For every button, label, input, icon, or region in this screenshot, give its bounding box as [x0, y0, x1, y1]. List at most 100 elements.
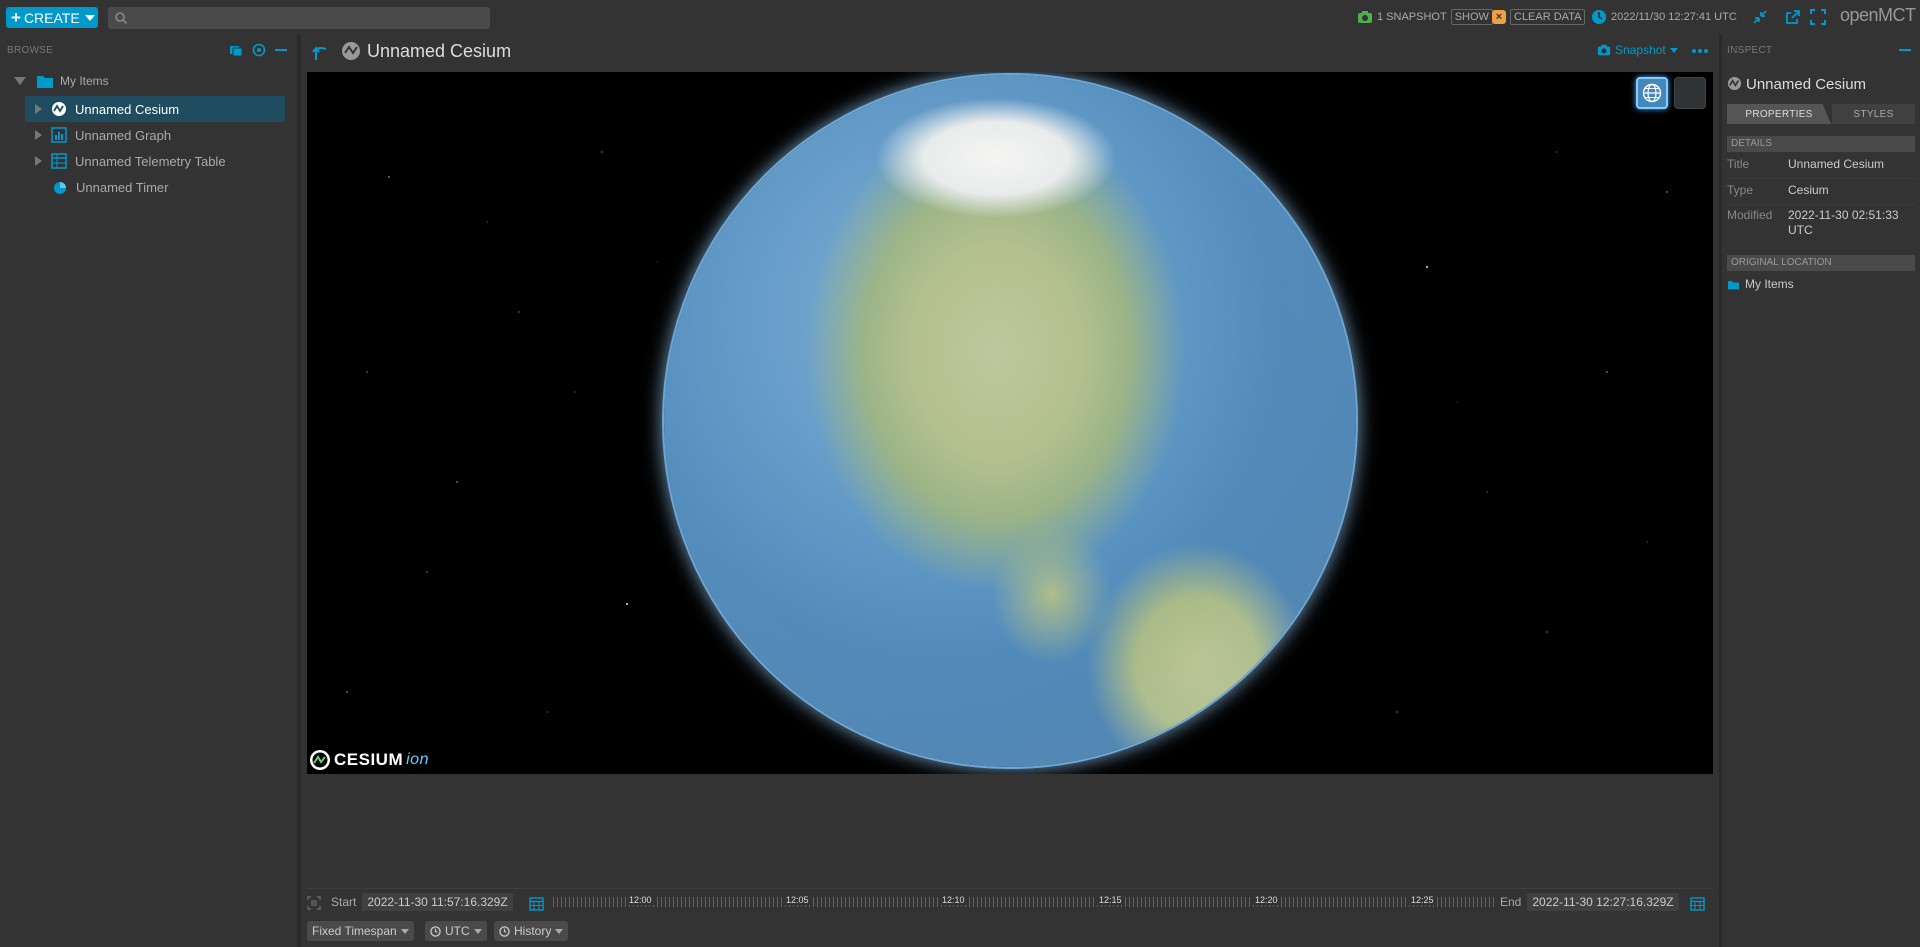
tree-root-my-items[interactable]: My Items	[14, 68, 284, 94]
collapse-icon[interactable]	[1752, 9, 1768, 25]
snapshot-indicator[interactable]: 1 SNAPSHOT SHOW	[1357, 9, 1493, 25]
folder-icon	[37, 76, 53, 88]
plus-icon: +	[11, 8, 21, 27]
calendar-icon[interactable]	[1690, 896, 1705, 911]
expand-arrow-icon[interactable]	[14, 77, 26, 85]
details-header: DETAILS	[1727, 136, 1915, 152]
browse-label: BROWSE	[7, 45, 54, 56]
axis-tick: 12:10	[940, 895, 967, 905]
mode-dropdown[interactable]: Fixed Timespan	[307, 921, 414, 941]
chevron-down-icon	[555, 928, 564, 934]
snapshot-button[interactable]: Snapshot	[1597, 43, 1678, 57]
history-dropdown[interactable]: History	[494, 921, 569, 941]
show-snapshots-button[interactable]: SHOW	[1450, 9, 1493, 25]
tree-item-label: Unnamed Graph	[75, 127, 172, 143]
prop-row-title: Title Unnamed Cesium	[1727, 157, 1915, 179]
minimize-pane-icon[interactable]	[1899, 49, 1911, 51]
timer-icon	[54, 182, 66, 194]
prop-row-modified: Modified 2022-11-30 02:51:33 UTC	[1727, 208, 1915, 244]
clear-data-button[interactable]: CLEAR DATA	[1510, 9, 1586, 25]
axis-tick: 12:25	[1409, 895, 1436, 905]
snapshot-count: 1 SNAPSHOT	[1377, 11, 1447, 23]
chevron-down-icon	[400, 928, 409, 934]
search-input[interactable]	[134, 9, 484, 27]
expand-arrow-icon[interactable]	[35, 156, 42, 166]
end-input[interactable]: 2022-11-30 12:27:16.329Z	[1527, 893, 1679, 911]
history-label: History	[514, 924, 552, 938]
cesium-viewport[interactable]: CESIUM ion	[307, 72, 1713, 774]
prop-value: Unnamed Cesium	[1788, 157, 1885, 171]
graph-icon	[51, 127, 67, 143]
tree-item-unnamed-graph[interactable]: Unnamed Graph	[25, 122, 285, 148]
folder-icon	[1728, 280, 1739, 289]
start-field: Start 2022-11-30 11:57:16.329Z	[331, 893, 513, 911]
inspector-pane: INSPECT Unnamed Cesium PROPERTIES STYLES…	[1722, 34, 1920, 947]
inspector-title: Unnamed Cesium	[1746, 76, 1867, 93]
clock-icon	[430, 925, 441, 937]
navigate-up-icon[interactable]	[312, 43, 328, 61]
clear-data-icon: ×	[1492, 10, 1506, 24]
brand-text: openMCT	[1840, 5, 1916, 25]
chevron-down-icon	[473, 928, 482, 934]
calendar-icon[interactable]	[529, 896, 544, 911]
tree-item-unnamed-cesium[interactable]: Unnamed Cesium	[25, 96, 285, 122]
cesium-logo-icon	[310, 750, 330, 770]
cesium-icon	[52, 102, 66, 116]
new-folder-icon[interactable]	[229, 43, 243, 57]
tab-styles[interactable]: STYLES	[1832, 104, 1915, 124]
start-input[interactable]: 2022-11-30 11:57:16.329Z	[362, 893, 513, 911]
globe-icon	[1642, 83, 1662, 103]
prop-key: Title	[1727, 157, 1750, 171]
original-location-link[interactable]: My Items	[1727, 277, 1794, 291]
3d-view-button[interactable]	[1636, 77, 1668, 109]
history-icon	[499, 925, 510, 937]
tree-item-unnamed-telemetry-table[interactable]: Unnamed Telemetry Table	[25, 148, 285, 174]
expand-arrow-icon[interactable]	[35, 104, 42, 114]
prop-value: Cesium	[1788, 183, 1829, 197]
new-window-icon[interactable]	[1785, 9, 1801, 25]
end-field: End 2022-11-30 12:27:16.329Z	[1500, 893, 1679, 911]
clock: 2022/11/30 12:27:41 UTC	[1591, 9, 1737, 25]
timesystem-dropdown[interactable]: UTC	[425, 921, 487, 941]
minimize-pane-icon[interactable]	[275, 49, 287, 51]
fullscreen-icon[interactable]	[1810, 9, 1826, 25]
create-button[interactable]: + CREATE	[6, 7, 98, 28]
openmct-logo: openMCT	[1840, 5, 1916, 26]
tree-item-label: Unnamed Cesium	[75, 101, 180, 117]
prop-key: Type	[1727, 183, 1754, 197]
camera-icon	[1597, 44, 1611, 56]
base-layer-picker-button[interactable]	[1674, 77, 1706, 109]
conductor-mode-icon	[307, 896, 321, 910]
tree-item-unnamed-timer[interactable]: Unnamed Timer	[25, 174, 285, 200]
top-header: + CREATE 1 SNAPSHOT SHOW × CLEAR DATA 20…	[0, 0, 1920, 34]
tab-properties[interactable]: PROPERTIES	[1727, 104, 1831, 124]
tree-item-label: Unnamed Timer	[76, 179, 169, 195]
cesium-logo-text: CESIUM	[334, 750, 404, 769]
target-icon[interactable]	[252, 43, 266, 57]
cesium-ion-text: ion	[406, 751, 429, 768]
clear-data-control[interactable]: × CLEAR DATA	[1492, 9, 1586, 25]
axis-tick: 12:00	[627, 895, 654, 905]
time-axis[interactable]	[553, 897, 1495, 907]
camera-icon	[1358, 11, 1372, 23]
inspect-label: INSPECT	[1727, 45, 1773, 56]
expand-arrow-icon[interactable]	[35, 130, 42, 140]
object-title: Unnamed Cesium	[367, 41, 512, 61]
chevron-down-icon	[84, 14, 95, 21]
browse-pane: BROWSE My Items Unnamed Cesium Unnamed G…	[0, 34, 298, 947]
mode-label: Fixed Timespan	[312, 924, 397, 938]
timesystem-label: UTC	[445, 924, 470, 938]
cesium-icon	[1727, 76, 1742, 91]
clock-icon	[1592, 10, 1606, 24]
globe-atmosphere	[664, 75, 1356, 767]
cesium-ion-logo[interactable]: CESIUM ion	[309, 748, 429, 772]
axis-tick: 12:15	[1097, 895, 1124, 905]
end-label: End	[1500, 895, 1522, 909]
more-options-icon[interactable]	[1692, 49, 1708, 53]
snapshot-label: Snapshot	[1615, 43, 1666, 57]
clock-text: 2022/11/30 12:27:41 UTC	[1611, 11, 1737, 23]
cesium-icon	[342, 42, 360, 60]
table-icon	[51, 153, 67, 169]
create-label: CREATE	[23, 9, 80, 26]
tree-root-label: My Items	[60, 74, 109, 88]
